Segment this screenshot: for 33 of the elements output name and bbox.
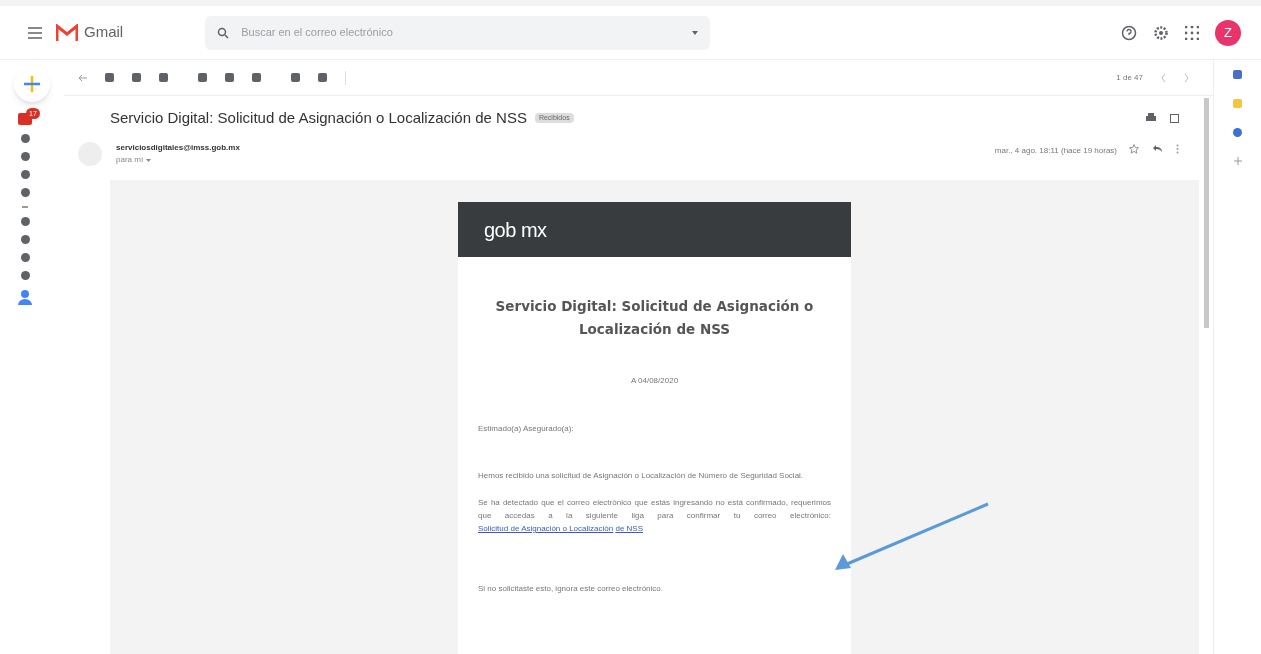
back-arrow-icon[interactable] [78, 73, 87, 82]
reply-icon[interactable] [1153, 145, 1162, 152]
greeting: Estimado(a) Asegurado(a): [478, 423, 575, 435]
paragraph: Hemos recibido una solicitud de Asignación o Localización de Número de Seguridad Social. [478, 470, 805, 482]
message-date: mar., 4 ago. 18:11 (hace 19 horas) [994, 145, 1117, 157]
closing-text: Si no solicitaste esto, ignora este correo electrónico. [478, 583, 664, 595]
plus-icon [23, 75, 41, 93]
avatar[interactable]: Z [1215, 19, 1241, 46]
recipient[interactable]: para mí [116, 154, 144, 166]
paragraph: Se ha detectado que el correo electrónico que estás ingresando no está confirmado, requerimos que accedas a la siguiente liga para confirmar tu correo electrónico: [478, 498, 831, 520]
menu-icon[interactable] [28, 26, 42, 39]
help-icon[interactable] [1121, 24, 1137, 41]
mail-logo-icon[interactable] [56, 23, 78, 42]
search-input[interactable]: Buscar en el correo electrónico [241, 24, 681, 41]
apps-icon[interactable] [1185, 25, 1199, 40]
compose-button[interactable] [14, 66, 50, 102]
pagination: 1 de 47 [1116, 71, 1143, 84]
link[interactable]: Solicitud de Asignación o Localización [478, 524, 614, 533]
email-subject: Servicio Digital: Solicitud de Asignación o Localización de NSS [110, 107, 527, 128]
sender-address[interactable]: serviciosdigitales@imss.gob.mx [116, 142, 240, 154]
email-title: Servicio Digital: Solicitud de Asignación o Localización de NSS [494, 297, 815, 339]
email-date: A 04/08/2020 [629, 375, 680, 387]
search-bar[interactable]: Buscar en el correo electrónico [205, 15, 711, 50]
more-icon[interactable] [1176, 144, 1179, 154]
add-icon[interactable] [1233, 157, 1242, 165]
search-icon[interactable] [217, 26, 230, 39]
person-icon[interactable] [18, 289, 32, 305]
print-icon[interactable] [1146, 113, 1156, 123]
new-window-icon[interactable] [1170, 113, 1179, 123]
settings-icon[interactable] [1153, 24, 1169, 41]
link[interactable]: de NSS [615, 524, 643, 533]
app-name: Gmail [84, 22, 124, 43]
brand-logo: gob mx [484, 217, 547, 243]
